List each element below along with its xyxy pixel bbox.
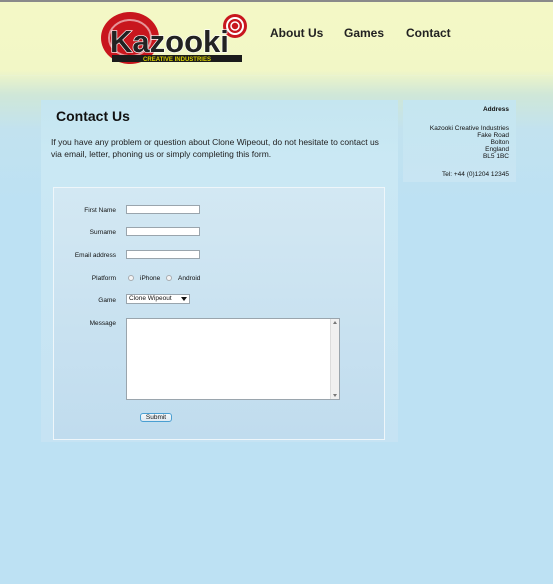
message-label: Message — [89, 320, 116, 327]
first-name-input[interactable] — [126, 205, 200, 214]
header-divider — [0, 75, 553, 76]
surname-input[interactable] — [126, 227, 200, 236]
kazooki-logo[interactable]: Kazooki CREATIVE INDUSTRIES — [100, 10, 252, 65]
main-content: Contact Us If you have any problem or qu… — [41, 100, 398, 442]
submit-button[interactable]: Submit — [140, 413, 172, 422]
contact-form: First Name Surname Email address Platfor… — [53, 187, 385, 440]
svg-text:Kazooki: Kazooki — [110, 24, 229, 59]
message-textarea[interactable] — [126, 318, 340, 400]
address-heading: Address — [482, 106, 509, 113]
platform-android-label: Android — [178, 275, 201, 282]
svg-text:CREATIVE INDUSTRIES: CREATIVE INDUSTRIES — [143, 57, 211, 63]
window-top-border — [0, 0, 553, 2]
nav-about-us[interactable]: About Us — [270, 26, 323, 40]
platform-label: Platform — [91, 275, 116, 282]
nav-about-us-link[interactable]: About Us — [270, 26, 323, 40]
game-label: Game — [98, 297, 116, 304]
address-line: Fake Road — [477, 132, 509, 139]
address-sidebar: Address Kazooki Creative Industries Fake… — [403, 100, 516, 182]
game-select[interactable]: Clone Wipeout — [126, 294, 190, 304]
telephone-text: Tel: +44 (0)1204 12345 — [441, 171, 509, 178]
scroll-up-icon[interactable] — [333, 321, 337, 324]
first-name-label: First Name — [84, 207, 116, 214]
platform-android-radio[interactable] — [166, 275, 172, 281]
nav-games[interactable]: Games — [344, 26, 384, 40]
address-line: Kazooki Creative Industries — [429, 125, 509, 132]
page-title: Contact Us — [56, 108, 130, 124]
surname-label: Surname — [89, 229, 116, 236]
email-label: Email address — [74, 252, 116, 259]
game-select-value: Clone Wipeout — [129, 295, 172, 302]
nav-contact-link[interactable]: Contact — [406, 26, 451, 40]
platform-iphone-radio[interactable] — [128, 275, 134, 281]
nav-games-link[interactable]: Games — [344, 26, 384, 40]
intro-text: If you have any problem or question abou… — [51, 137, 379, 159]
platform-iphone-label: iPhone — [140, 275, 161, 282]
address-line: BL5 1BC — [482, 153, 509, 160]
address-line: Bolton — [490, 139, 509, 146]
nav-contact[interactable]: Contact — [406, 26, 451, 40]
chevron-down-icon — [181, 297, 187, 301]
scroll-down-icon[interactable] — [333, 394, 337, 397]
address-line: England — [485, 146, 509, 153]
message-scrollbar[interactable] — [330, 319, 339, 399]
email-input[interactable] — [126, 250, 200, 259]
